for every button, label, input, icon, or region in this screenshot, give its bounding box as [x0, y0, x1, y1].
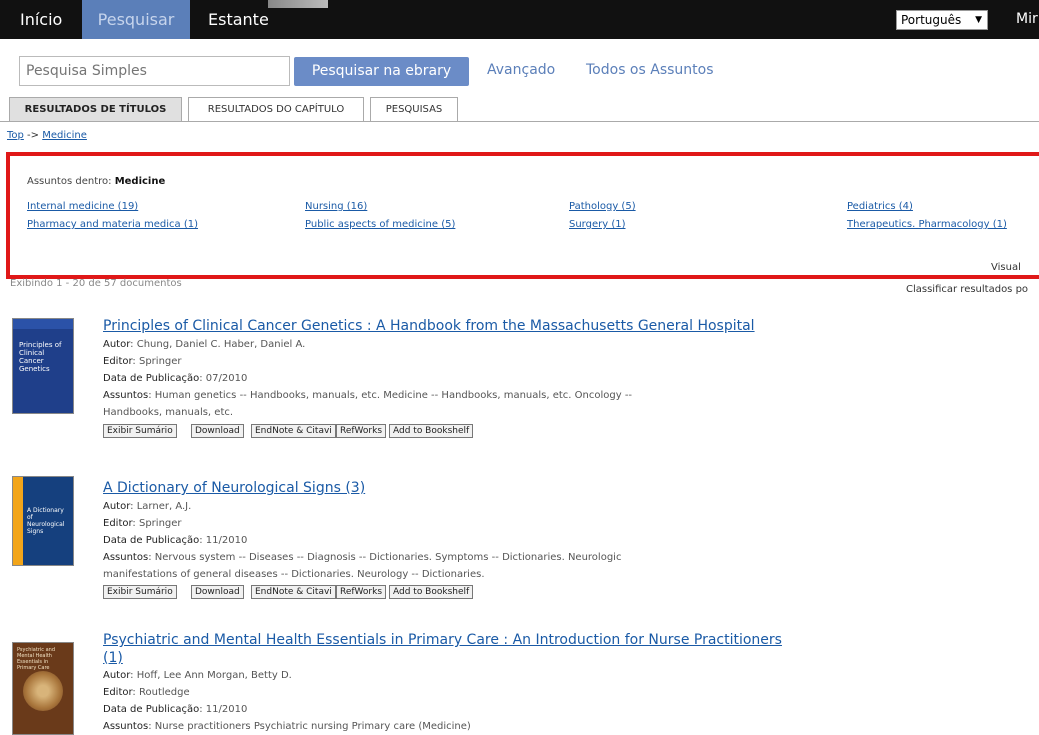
- result-title-link[interactable]: A Dictionary of Neurological Signs (3): [103, 480, 365, 496]
- user-menu[interactable]: Mir: [1016, 0, 1038, 39]
- search-input[interactable]: [19, 56, 290, 86]
- subject-link-surgery[interactable]: Surgery (1): [569, 219, 626, 230]
- book-cover[interactable]: Principles of Clinical Cancer Genetics: [12, 318, 74, 414]
- top-navigation-bar: Início Pesquisar Estante Português ▼ Mir: [0, 0, 1039, 39]
- subjects-heading: Assuntos dentro: Medicine: [27, 176, 165, 187]
- result-date: Data de Publicação: 11/2010: [103, 535, 248, 546]
- result-subjects-cont: manifestations of general diseases -- Di…: [103, 569, 485, 580]
- subject-link-pathology[interactable]: Pathology (5): [569, 201, 636, 212]
- book-cover[interactable]: A Dictionary of Neurological Signs: [12, 476, 74, 566]
- subject-link-nursing[interactable]: Nursing (16): [305, 201, 367, 212]
- all-subjects-link[interactable]: Todos os Assuntos: [586, 62, 714, 78]
- result-subjects: Assuntos: Human genetics -- Handbooks, m…: [103, 390, 633, 401]
- add-to-bookshelf-button[interactable]: Add to Bookshelf: [389, 585, 474, 599]
- result-author: Autor: Hoff, Lee Ann Morgan, Betty D.: [103, 670, 292, 681]
- language-select-value: Português: [901, 13, 962, 27]
- refworks-button[interactable]: RefWorks: [336, 424, 387, 438]
- subject-link-pharmacy[interactable]: Pharmacy and materia medica (1): [27, 219, 198, 230]
- subjects-label: Assuntos dentro:: [27, 176, 115, 187]
- book-cover-title: Psychiatric and Mental Health Essentials…: [17, 647, 56, 671]
- result-subjects-cont: Handbooks, manuals, etc.: [103, 407, 234, 418]
- book-cover-title: A Dictionary of Neurological Signs: [27, 507, 65, 535]
- result-publisher: Editor: Springer: [103, 518, 182, 529]
- sort-results-label[interactable]: Classificar resultados po: [906, 284, 1028, 295]
- breadcrumb: Top -> Medicine: [7, 130, 87, 141]
- add-to-bookshelf-button[interactable]: Add to Bookshelf: [389, 424, 474, 438]
- tab-chapter-results[interactable]: RESULTADOS DO CAPÍTULO: [188, 97, 364, 122]
- download-button[interactable]: Download: [191, 424, 244, 438]
- result-title-link-cont[interactable]: (1): [103, 650, 123, 666]
- result-date: Data de Publicação: 11/2010: [103, 704, 248, 715]
- result-title-link[interactable]: Psychiatric and Mental Health Essentials…: [103, 632, 782, 648]
- book-cover-title: Principles of Clinical Cancer Genetics: [19, 341, 62, 373]
- subject-link-internal-medicine[interactable]: Internal medicine (19): [27, 201, 138, 212]
- result-date: Data de Publicação: 07/2010: [103, 373, 248, 384]
- subject-link-therapeutics[interactable]: Therapeutics. Pharmacology (1): [847, 219, 1007, 230]
- result-title-link[interactable]: Principles of Clinical Cancer Genetics :…: [103, 318, 755, 334]
- view-toc-button[interactable]: Exibir Sumário: [103, 424, 177, 438]
- breadcrumb-top[interactable]: Top: [7, 130, 24, 141]
- result-subjects: Assuntos: Nurse practitioners Psychiatri…: [103, 721, 471, 732]
- advanced-search-link[interactable]: Avançado: [487, 62, 555, 78]
- subject-link-public-aspects[interactable]: Public aspects of medicine (5): [305, 219, 455, 230]
- tab-divider: [0, 121, 1039, 122]
- top-accent-decoration: [268, 0, 328, 8]
- download-button[interactable]: Download: [191, 585, 244, 599]
- breadcrumb-medicine[interactable]: Medicine: [42, 130, 87, 141]
- refworks-button[interactable]: RefWorks: [336, 585, 387, 599]
- view-toc-button[interactable]: Exibir Sumário: [103, 585, 177, 599]
- subjects-parent: Medicine: [114, 176, 166, 187]
- result-publisher: Editor: Routledge: [103, 687, 190, 698]
- result-author: Autor: Larner, A.J.: [103, 501, 192, 512]
- breadcrumb-separator: ->: [23, 130, 43, 141]
- subject-link-pediatrics[interactable]: Pediatrics (4): [847, 201, 913, 212]
- tab-title-results[interactable]: RESULTADOS DE TÍTULOS: [9, 97, 182, 122]
- tab-searches[interactable]: PESQUISAS: [370, 97, 458, 122]
- visual-view-link[interactable]: Visual: [991, 262, 1021, 273]
- result-author: Autor: Chung, Daniel C. Haber, Daniel A.: [103, 339, 306, 350]
- endnote-citavi-button[interactable]: EndNote & Citavi: [251, 585, 336, 599]
- search-button[interactable]: Pesquisar na ebrary: [294, 57, 469, 86]
- chevron-down-icon: ▼: [975, 15, 982, 25]
- book-cover[interactable]: Psychiatric and Mental Health Essentials…: [12, 642, 74, 735]
- language-select[interactable]: Português ▼: [896, 10, 988, 30]
- subjects-panel: Assuntos dentro: Medicine Internal medic…: [6, 152, 1039, 279]
- nav-inicio[interactable]: Início: [8, 0, 74, 39]
- nav-pesquisar[interactable]: Pesquisar: [82, 0, 190, 39]
- result-publisher: Editor: Springer: [103, 356, 182, 367]
- result-subjects: Assuntos: Nervous system -- Diseases -- …: [103, 552, 622, 563]
- results-count: Exibindo 1 - 20 de 57 documentos: [10, 278, 182, 289]
- endnote-citavi-button[interactable]: EndNote & Citavi: [251, 424, 336, 438]
